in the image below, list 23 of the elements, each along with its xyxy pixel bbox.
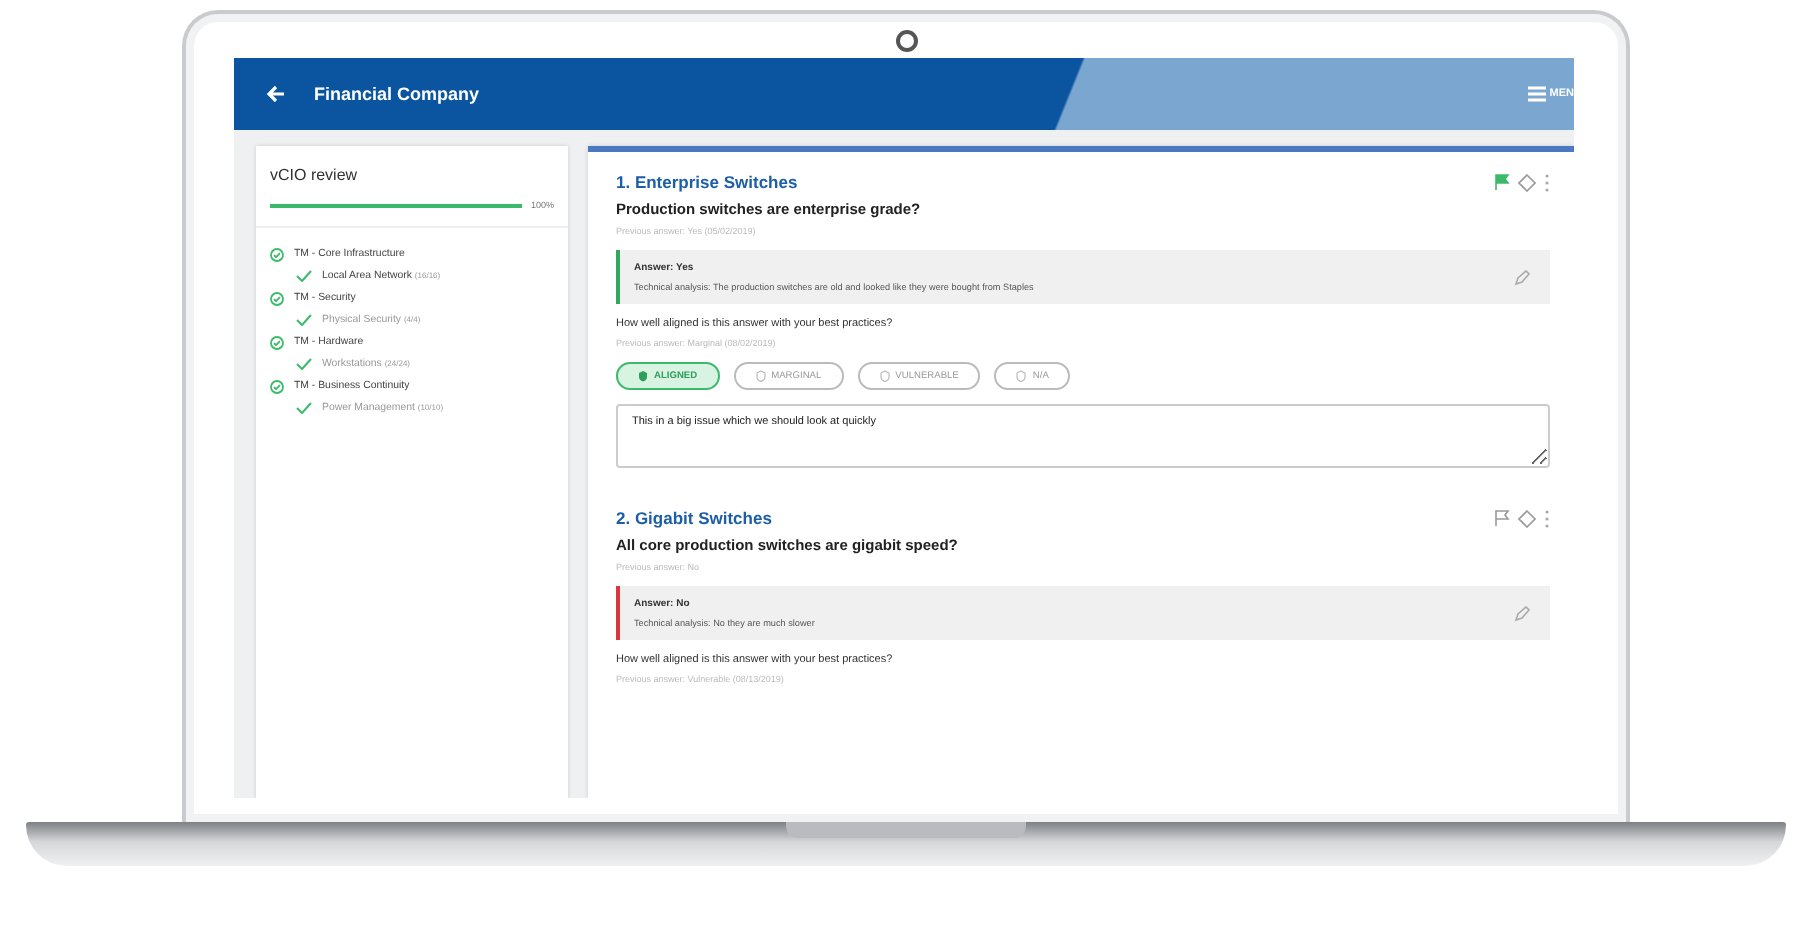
list-check-icon [270, 291, 284, 305]
flag-icon[interactable] [1494, 174, 1510, 190]
option-icon [638, 370, 648, 382]
back-arrow-icon[interactable] [266, 84, 286, 104]
tag-icon[interactable] [1518, 173, 1536, 191]
page-title: Financial Company [314, 84, 482, 104]
pencil-icon[interactable] [1514, 605, 1530, 621]
list-check-icon [270, 247, 284, 261]
question-title: 1. Enterprise Switches [616, 172, 798, 192]
camera-icon [896, 30, 918, 52]
pencil-icon[interactable] [1514, 269, 1530, 285]
list-check-icon [270, 379, 284, 393]
list-check-icon [270, 335, 284, 349]
option-icon [1016, 370, 1027, 382]
menu-icon [1527, 86, 1546, 102]
more-icon[interactable] [1544, 509, 1550, 527]
more-icon[interactable] [1544, 173, 1550, 191]
question-title: 2. Gigabit Switches [616, 508, 772, 528]
flag-icon[interactable] [1494, 510, 1510, 526]
tag-icon[interactable] [1518, 509, 1536, 527]
option-icon [755, 370, 766, 382]
option-icon [879, 370, 890, 382]
review-title: vCIO review [270, 166, 360, 184]
